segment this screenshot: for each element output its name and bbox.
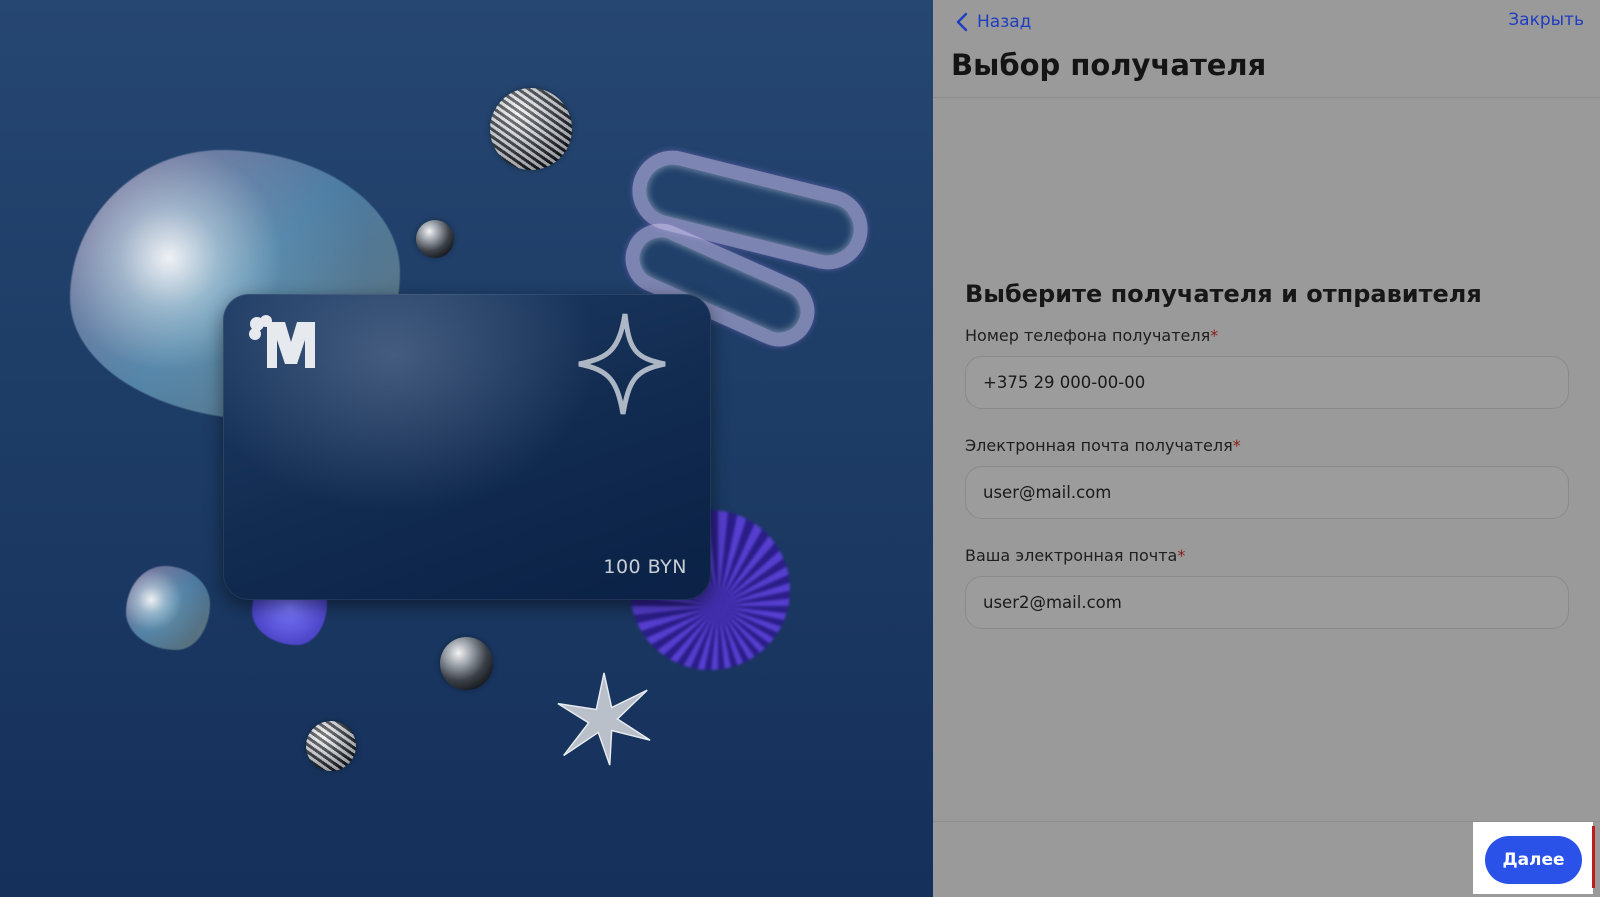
recipient-email-label-text: Электронная почта получателя — [965, 436, 1233, 455]
four-point-star-icon — [578, 313, 666, 415]
sender-email-label-text: Ваша электронная почта — [965, 546, 1178, 565]
form-panel: Назад Закрыть Выбор получателя Выберите … — [933, 0, 1600, 897]
required-mark: * — [1232, 436, 1241, 455]
spiky-star-icon — [557, 672, 651, 766]
phone-label-text: Номер телефона получателя — [965, 326, 1211, 345]
striped-sphere-decoration — [490, 88, 572, 170]
chevron-left-icon — [956, 12, 968, 32]
close-button[interactable]: Закрыть — [1508, 10, 1584, 30]
back-label: Назад — [977, 12, 1032, 32]
page-title: Выбор получателя — [951, 48, 1267, 82]
form-heading: Выберите получателя и отправителя — [965, 280, 1482, 308]
glass-cross-decoration — [126, 566, 210, 650]
striped-sphere-decoration — [306, 721, 356, 771]
chrome-sphere-decoration — [416, 220, 454, 258]
back-button[interactable]: Назад — [955, 10, 1031, 34]
brand-logo-icon — [249, 315, 315, 368]
phone-field-label: Номер телефона получателя* — [965, 326, 1569, 345]
illustration-panel: 100 BYN — [0, 0, 933, 897]
required-mark: * — [1210, 326, 1219, 345]
sender-email-field-label: Ваша электронная почта* — [965, 546, 1569, 565]
footer-bar: Далее — [933, 821, 1600, 897]
chrome-sphere-decoration — [440, 637, 493, 690]
gift-card: 100 BYN — [223, 294, 711, 600]
next-button[interactable]: Далее — [1485, 836, 1582, 884]
recipient-phone-input[interactable] — [965, 356, 1569, 409]
recipient-form: Выберите получателя и отправителя Номер … — [965, 280, 1569, 656]
required-mark: * — [1177, 546, 1186, 565]
top-bar: Назад Закрыть Выбор получателя — [933, 0, 1600, 98]
sender-email-input[interactable] — [965, 576, 1569, 629]
recipient-email-input[interactable] — [965, 466, 1569, 519]
card-amount: 100 BYN — [603, 556, 687, 578]
recipient-email-field-label: Электронная почта получателя* — [965, 436, 1569, 455]
